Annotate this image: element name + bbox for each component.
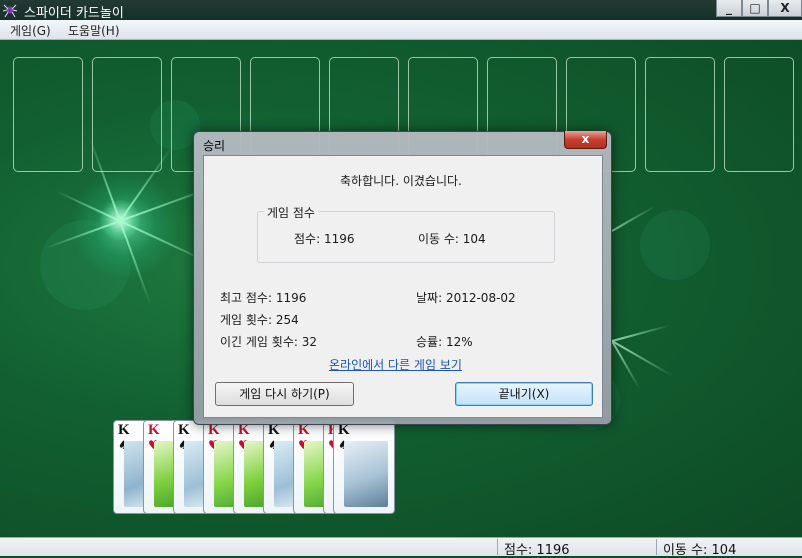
win-rate: 승률: 12%	[416, 335, 473, 349]
games-won: 이긴 게임 횟수: 32	[220, 335, 317, 349]
title-bar[interactable]: 스파이더 카드놀이 _ □ X	[0, 0, 802, 21]
game-moves-value: 이동 수: 104	[418, 232, 486, 246]
dialog-title: 승리	[203, 139, 226, 153]
card-rank: K	[148, 422, 160, 438]
minimize-button[interactable]: _	[716, 0, 742, 17]
menu-help[interactable]: 도움말(H)	[68, 22, 120, 39]
status-moves: 이동 수: 104	[663, 543, 737, 558]
menu-bar: 게임(G) 도움말(H)	[0, 20, 802, 40]
maximize-button[interactable]: □	[742, 0, 768, 17]
game-score-value: 점수: 1196	[294, 232, 355, 246]
congrats-message: 축하합니다. 이겼습니다.	[340, 174, 462, 188]
tableau-slot-10[interactable]	[724, 57, 794, 172]
dialog-close-button[interactable]: x	[564, 131, 607, 149]
spider-app-icon	[2, 4, 18, 18]
status-bar: 점수: 1196 이동 수: 104	[0, 537, 802, 558]
tableau-slot-1[interactable]	[13, 57, 83, 172]
menu-game[interactable]: 게임(G)	[10, 22, 51, 39]
best-score: 최고 점수: 1196	[220, 291, 307, 305]
date: 날짜: 2012-08-02	[416, 291, 516, 305]
games-played: 게임 횟수: 254	[220, 313, 299, 327]
play-again-button[interactable]: 게임 다시 하기(P)	[215, 382, 354, 406]
status-score: 점수: 1196	[504, 543, 570, 558]
tableau-slot-9[interactable]	[645, 57, 715, 172]
close-window-button[interactable]: X	[768, 0, 802, 17]
card: K ♠	[333, 420, 395, 514]
card-rank: K	[178, 422, 190, 438]
game-score-group: 게임 점수 점수: 1196 이동 수: 104	[257, 204, 555, 263]
dialog-content: 축하합니다. 이겼습니다. 게임 점수 점수: 1196 이동 수: 104 최…	[203, 155, 603, 418]
exit-button[interactable]: 끝내기(X)	[455, 382, 593, 406]
window-title: 스파이더 카드놀이	[24, 6, 124, 21]
card-rank: K	[118, 422, 130, 438]
victory-dialog: 승리 x 축하합니다. 이겼습니다. 게임 점수 점수: 1196 이동 수: …	[193, 131, 612, 425]
online-games-link[interactable]: 온라인에서 다른 게임 보기	[329, 356, 462, 373]
game-score-legend: 게임 점수	[264, 204, 318, 221]
